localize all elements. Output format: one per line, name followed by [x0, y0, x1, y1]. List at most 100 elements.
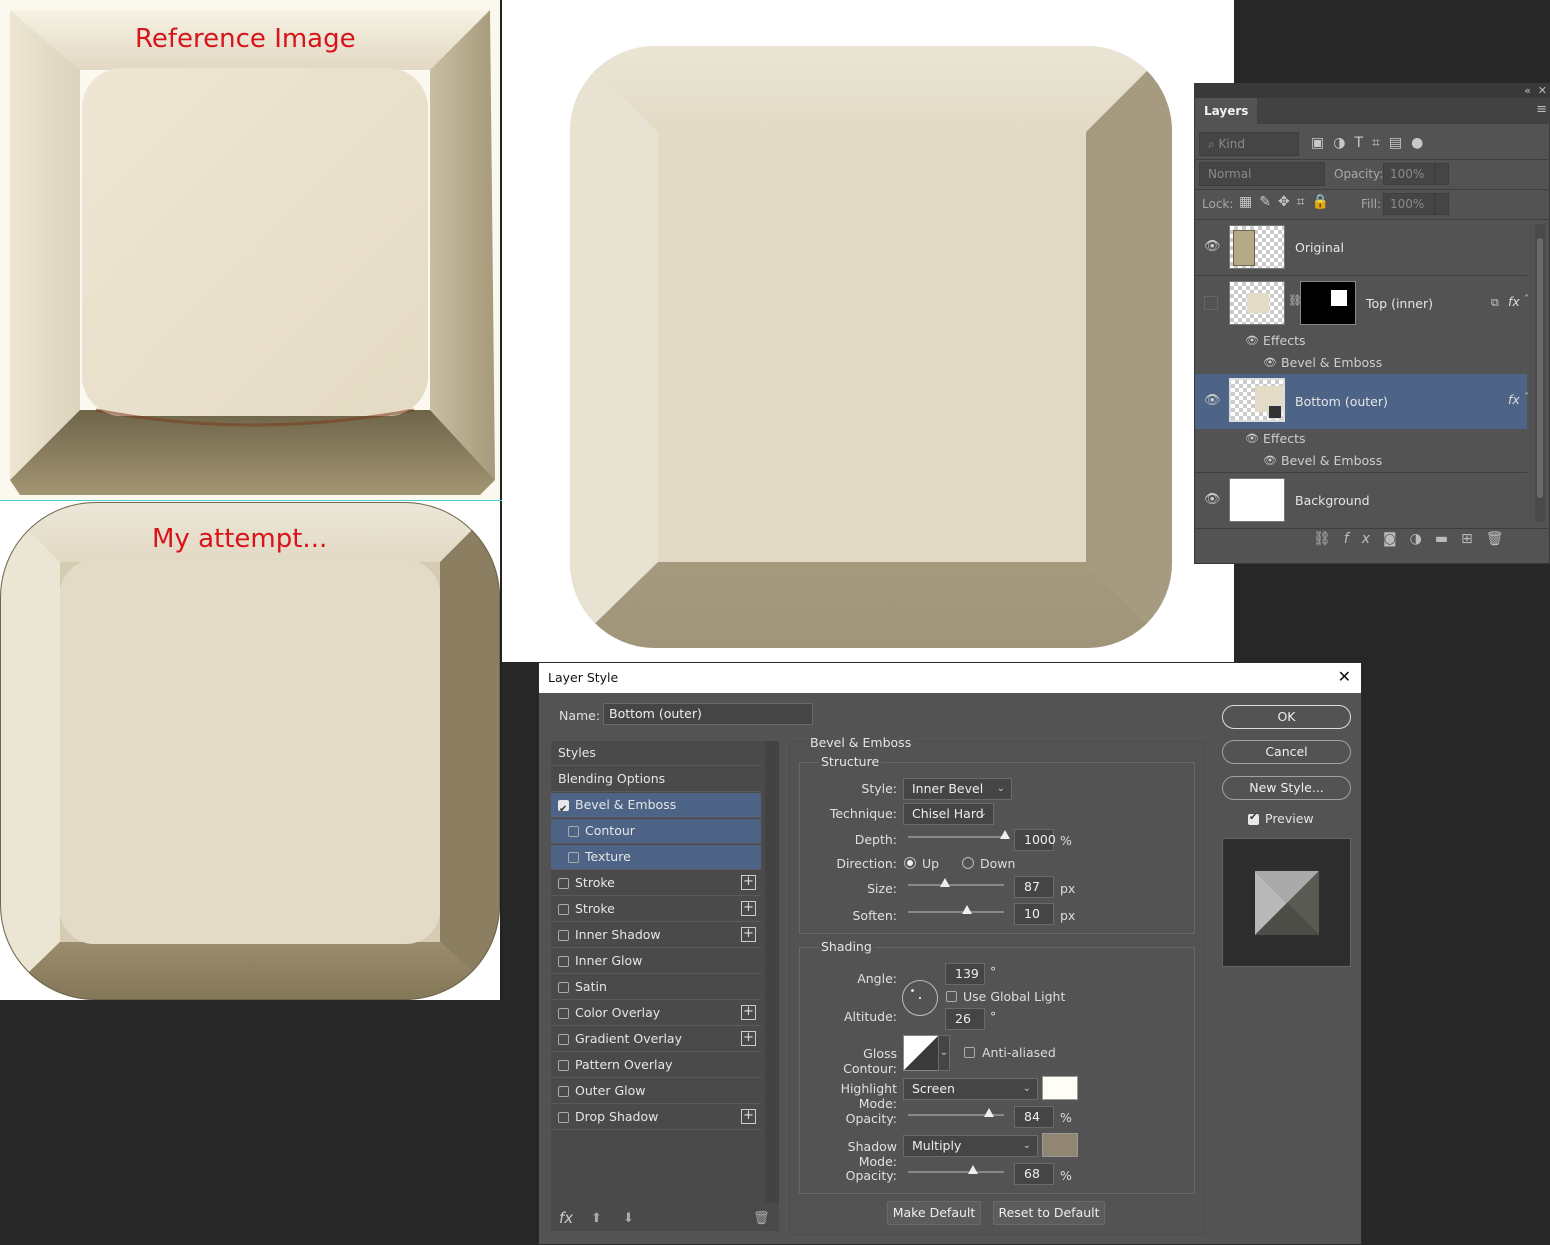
highlight-opacity-input[interactable]: 84 [1014, 1106, 1054, 1128]
layer-name[interactable]: Original [1295, 240, 1344, 255]
dialog-titlebar[interactable]: Layer Style ✕ [539, 663, 1361, 693]
layers-scrollbar[interactable] [1535, 224, 1545, 522]
new-style-button[interactable]: New Style... [1222, 776, 1351, 800]
add-instance-icon[interactable]: + [741, 875, 756, 890]
add-instance-icon[interactable]: + [741, 901, 756, 916]
layer-row-original[interactable]: 👁 Original [1195, 220, 1527, 275]
move-up-icon[interactable]: ⬆ [591, 1211, 602, 1226]
depth-input[interactable]: 1000 [1014, 829, 1056, 851]
style-item-styles[interactable]: Styles [551, 741, 761, 766]
style-checkbox[interactable] [558, 930, 569, 941]
effects-eye-icon[interactable]: 👁 [1245, 334, 1259, 348]
layer-row-top-inner[interactable]: ⛓ Top (inner) ⧉ fx ˄ [1195, 276, 1529, 331]
style-item-stroke[interactable]: Stroke + [551, 897, 761, 922]
trash-icon[interactable]: 🗑 [753, 1211, 770, 1226]
visibility-eye-icon[interactable]: 👁 [1204, 493, 1221, 507]
highlight-color-swatch[interactable] [1042, 1076, 1078, 1100]
layer-name[interactable]: Top (inner) [1366, 296, 1433, 311]
style-item-inner-glow[interactable]: Inner Glow [551, 949, 761, 974]
add-instance-icon[interactable]: + [741, 1031, 756, 1046]
blend-mode-select[interactable]: Normal [1199, 162, 1325, 186]
direction-up-radio[interactable] [904, 857, 916, 869]
style-checkbox[interactable] [558, 956, 569, 967]
close-icon[interactable]: ✕ [1538, 84, 1547, 97]
style-item-satin[interactable]: Satin [551, 975, 761, 1000]
effect-row[interactable]: 👁 Bevel & Emboss [1195, 451, 1527, 473]
layer-name[interactable]: Background [1295, 493, 1370, 508]
filter-icons[interactable]: ▣◑T⌗▤● [1311, 135, 1432, 151]
style-item-drop-shadow[interactable]: Drop Shadow + [551, 1105, 761, 1130]
styles-scrollbar[interactable] [765, 741, 779, 1203]
technique-select[interactable]: Chisel Hard ⌄ [903, 803, 994, 825]
gloss-contour-picker[interactable] [903, 1035, 939, 1071]
shadow-opacity-input[interactable]: 68 [1014, 1163, 1054, 1185]
style-item-gradient-overlay[interactable]: Gradient Overlay + [551, 1027, 761, 1052]
highlight-opacity-slider[interactable] [908, 1108, 1004, 1117]
style-checkbox[interactable] [558, 1112, 569, 1123]
reset-to-default-button[interactable]: Reset to Default [993, 1201, 1105, 1225]
effect-eye-icon[interactable]: 👁 [1263, 356, 1277, 370]
style-checkbox[interactable] [558, 1086, 569, 1097]
make-default-button[interactable]: Make Default [887, 1201, 981, 1225]
direction-down-radio[interactable] [962, 857, 974, 869]
fx-icon[interactable]: fx [1508, 294, 1520, 309]
style-checkbox[interactable] [558, 1034, 569, 1045]
fill-input[interactable]: 100% [1383, 193, 1435, 215]
opacity-dropdown[interactable] [1435, 163, 1449, 185]
shadow-color-swatch[interactable] [1042, 1133, 1078, 1157]
chevron-up-icon[interactable]: ˄ [1524, 294, 1529, 305]
cancel-button[interactable]: Cancel [1222, 740, 1351, 764]
highlight-mode-select[interactable]: Screen ⌄ [903, 1078, 1038, 1100]
style-item-pattern-overlay[interactable]: Pattern Overlay [551, 1053, 761, 1078]
use-global-light-checkbox[interactable] [946, 991, 957, 1002]
style-item-blending-options[interactable]: Blending Options [551, 767, 761, 792]
visibility-eye-icon[interactable]: 👁 [1204, 240, 1221, 254]
shadow-mode-select[interactable]: Multiply ⌄ [903, 1135, 1038, 1157]
add-instance-icon[interactable]: + [741, 1005, 756, 1020]
panel-menu-icon[interactable]: ≡ [1536, 102, 1547, 117]
add-instance-icon[interactable]: + [741, 1109, 756, 1124]
angle-dial[interactable] [902, 980, 938, 1016]
style-checkbox[interactable] [568, 826, 579, 837]
layer-row-bottom-outer[interactable]: 👁 Bottom (outer) fx ˄ [1195, 374, 1529, 429]
effects-row[interactable]: 👁 Effects [1195, 331, 1527, 353]
add-instance-icon[interactable]: + [741, 927, 756, 942]
size-slider[interactable] [908, 878, 1004, 887]
tab-layers[interactable]: Layers [1195, 98, 1258, 124]
name-input[interactable]: Bottom (outer) [603, 703, 813, 725]
style-select[interactable]: Inner Bevel ⌄ [903, 778, 1012, 800]
preview-checkbox[interactable]: ✔ [1248, 812, 1259, 825]
size-input[interactable]: 87 [1014, 876, 1054, 898]
style-item-stroke[interactable]: Stroke + [551, 871, 761, 896]
chevron-down-icon[interactable]: ⌄ [938, 1035, 950, 1071]
kind-filter[interactable]: ⌕ Kind [1199, 132, 1299, 156]
soften-slider[interactable] [908, 905, 1004, 914]
collapse-icon[interactable]: « [1524, 84, 1531, 97]
style-checkbox[interactable] [568, 852, 579, 863]
layer-row-background[interactable]: 👁 Background [1195, 473, 1527, 528]
layers-footer-icons[interactable]: ⛓fx◙◑▬⊞🗑 [1313, 531, 1517, 547]
style-item-inner-shadow[interactable]: Inner Shadow + [551, 923, 761, 948]
style-checkbox[interactable] [558, 904, 569, 915]
style-checkbox[interactable]: ✔ [558, 800, 569, 815]
depth-slider[interactable] [908, 830, 1010, 839]
effects-eye-icon[interactable]: 👁 [1245, 432, 1259, 446]
shadow-opacity-slider[interactable] [908, 1165, 1004, 1174]
style-item-contour[interactable]: Contour [551, 819, 761, 844]
effects-row[interactable]: 👁 Effects [1195, 429, 1527, 451]
close-icon[interactable]: ✕ [1338, 667, 1351, 686]
layer-name[interactable]: Bottom (outer) [1295, 394, 1388, 409]
opacity-input[interactable]: 100% [1383, 163, 1435, 185]
style-item-texture[interactable]: Texture [551, 845, 761, 870]
fill-dropdown[interactable] [1435, 193, 1449, 215]
style-checkbox[interactable] [558, 878, 569, 889]
angle-input[interactable]: 139 [945, 963, 985, 985]
move-down-icon[interactable]: ⬇ [623, 1211, 634, 1226]
style-item-bevel-emboss[interactable]: ✔ Bevel & Emboss [551, 793, 761, 818]
visibility-toggle[interactable] [1204, 296, 1218, 310]
style-checkbox[interactable] [558, 982, 569, 993]
style-checkbox[interactable] [558, 1060, 569, 1071]
effect-eye-icon[interactable]: 👁 [1263, 454, 1277, 468]
altitude-input[interactable]: 26 [945, 1008, 985, 1030]
fx-icon[interactable]: fx [1508, 392, 1520, 407]
